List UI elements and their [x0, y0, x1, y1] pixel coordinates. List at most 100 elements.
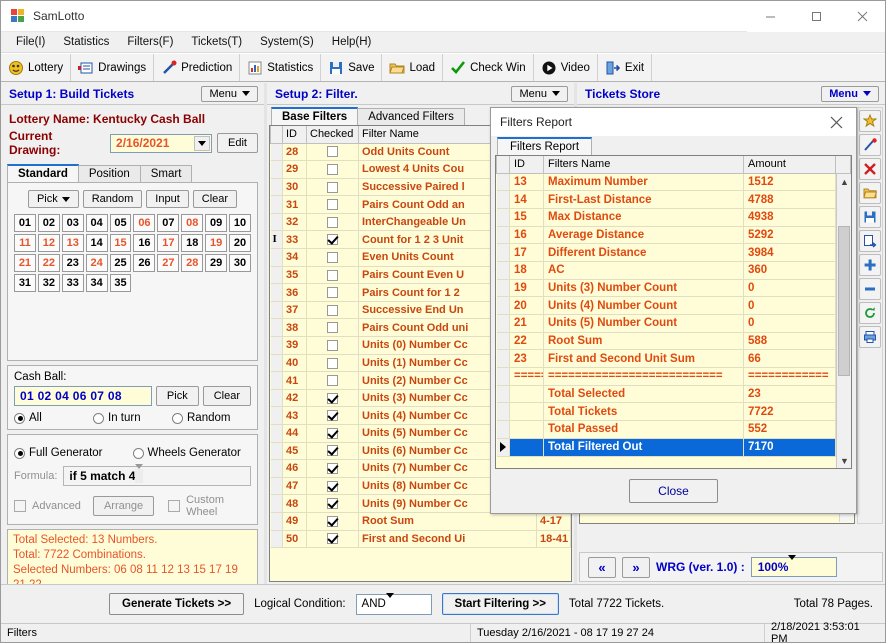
report-scrollbar[interactable]: ▲ ▼ — [836, 174, 851, 468]
number-cell[interactable]: 17 — [157, 234, 180, 252]
radio-all[interactable]: All — [14, 412, 93, 424]
cash-ball-clear-button[interactable]: Clear — [202, 386, 251, 406]
row-checkbox-cell[interactable] — [306, 178, 359, 197]
report-col-amount[interactable]: Amount — [743, 156, 836, 174]
row-checkbox-cell[interactable] — [306, 459, 359, 478]
row-checkbox-cell[interactable] — [306, 530, 359, 549]
table-row[interactable]: 17 Different Distance 3984 — [496, 243, 851, 262]
number-cell[interactable]: 33 — [61, 274, 84, 292]
row-checkbox[interactable] — [327, 427, 338, 439]
number-cell[interactable]: 35 — [109, 274, 132, 292]
toolbar-lottery-button[interactable]: Lottery — [1, 54, 72, 81]
row-checkbox-cell[interactable] — [306, 389, 359, 408]
tab-base-filters[interactable]: Base Filters — [271, 107, 359, 125]
number-cell[interactable]: 28 — [181, 254, 204, 272]
row-checkbox[interactable] — [327, 375, 338, 387]
table-row[interactable]: 22 Root Sum 588 — [496, 332, 851, 351]
radio-full-generator[interactable]: Full Generator — [14, 447, 133, 459]
toolbar-exit-button[interactable]: Exit — [598, 54, 653, 81]
number-cell[interactable]: 29 — [205, 254, 228, 272]
number-cell[interactable]: 20 — [229, 234, 251, 252]
tab-advanced-filters[interactable]: Advanced Filters — [357, 108, 465, 125]
number-cell[interactable]: 27 — [157, 254, 180, 272]
chevron-down-icon[interactable] — [194, 135, 211, 151]
row-checkbox[interactable] — [327, 269, 338, 281]
toolbar-prediction-button[interactable]: Prediction — [154, 54, 241, 81]
add-plus-icon[interactable] — [859, 254, 881, 276]
col-id[interactable]: ID — [282, 126, 307, 144]
row-checkbox[interactable] — [327, 533, 338, 545]
row-checkbox-cell[interactable] — [306, 230, 359, 250]
number-cell[interactable]: 32 — [37, 274, 60, 292]
number-cell[interactable]: 05 — [109, 214, 132, 232]
row-checkbox-cell[interactable] — [306, 301, 359, 320]
report-grid[interactable]: ID Filters Name Amount 13 Maximum Number 1… — [495, 155, 852, 469]
minimize-button[interactable] — [747, 1, 793, 32]
number-cell[interactable]: 07 — [157, 214, 180, 232]
number-cell[interactable]: 22 — [37, 254, 60, 272]
print-icon[interactable] — [859, 326, 881, 348]
number-cell[interactable]: 34 — [85, 274, 108, 292]
number-cell[interactable]: 30 — [229, 254, 251, 272]
row-checkbox-cell[interactable] — [306, 266, 359, 285]
logical-condition-combo[interactable]: AND — [355, 593, 432, 615]
table-row[interactable]: 16 Average Distance 5292 — [496, 226, 851, 245]
arrange-button[interactable]: Arrange — [92, 496, 155, 516]
table-row[interactable]: Total Filtered Out 7170 — [496, 438, 851, 457]
report-col-name[interactable]: Filters Name — [543, 156, 744, 174]
scroll-down-icon[interactable]: ▼ — [837, 453, 851, 468]
prediction-pin-icon[interactable] — [859, 134, 881, 156]
menu-statistics[interactable]: Statistics — [54, 34, 118, 50]
chevron-down-icon[interactable] — [385, 593, 394, 610]
pick-button[interactable]: Pick — [27, 190, 79, 208]
row-checkbox[interactable] — [327, 163, 338, 175]
formula-combo[interactable]: if 5 match 4 — [63, 464, 251, 486]
refresh-icon[interactable] — [859, 302, 881, 324]
row-checkbox[interactable] — [327, 392, 338, 404]
row-checkbox[interactable] — [327, 234, 338, 246]
cash-ball-pick-button[interactable]: Pick — [155, 386, 199, 406]
row-checkbox-cell[interactable] — [306, 336, 359, 355]
table-row[interactable]: 50 First and Second Ui 18-41 — [270, 530, 571, 549]
number-cell[interactable]: 16 — [133, 234, 156, 252]
tab-position[interactable]: Position — [77, 165, 141, 182]
table-row[interactable]: Total Passed 552 — [496, 420, 851, 439]
tab-standard[interactable]: Standard — [7, 164, 79, 182]
number-cell[interactable]: 15 — [109, 234, 132, 252]
setup2-menu-button[interactable]: Menu — [511, 85, 568, 102]
setup1-menu-button[interactable]: Menu — [201, 85, 258, 102]
table-row[interactable]: 14 First-Last Distance 4788 — [496, 190, 851, 209]
menu-system[interactable]: System(S) — [251, 34, 323, 50]
row-checkbox[interactable] — [327, 480, 338, 492]
number-cell[interactable]: 24 — [85, 254, 108, 272]
cash-ball-input[interactable]: 01 02 04 06 07 08 — [14, 386, 152, 406]
number-cell[interactable]: 19 — [205, 234, 228, 252]
table-row[interactable]: Total Selected 23 — [496, 385, 851, 404]
table-row[interactable]: 15 Max Distance 4938 — [496, 208, 851, 227]
row-checkbox-cell[interactable] — [306, 318, 359, 338]
export-icon[interactable] — [859, 230, 881, 252]
next-page-button[interactable]: » — [622, 556, 650, 578]
scrollbar-thumb[interactable] — [838, 226, 850, 376]
row-checkbox-cell[interactable] — [306, 424, 359, 443]
number-cell[interactable]: 25 — [109, 254, 132, 272]
table-row[interactable]: ==== ========================== ==========… — [496, 367, 851, 386]
advanced-checkbox[interactable] — [14, 500, 26, 512]
row-checkbox[interactable] — [327, 463, 338, 475]
menu-filters[interactable]: Filters(F) — [118, 34, 182, 50]
number-cell[interactable]: 04 — [85, 214, 108, 232]
number-cell[interactable]: 01 — [14, 214, 36, 232]
row-checkbox-cell[interactable] — [306, 494, 359, 513]
row-checkbox[interactable] — [327, 339, 338, 351]
number-cell[interactable]: 31 — [14, 274, 36, 292]
tab-smart[interactable]: Smart — [139, 165, 193, 182]
row-checkbox-cell[interactable] — [306, 477, 359, 496]
number-cell[interactable]: 18 — [181, 234, 204, 252]
row-checkbox[interactable] — [327, 216, 338, 228]
number-cell[interactable]: 11 — [14, 234, 36, 252]
row-checkbox-cell[interactable] — [306, 406, 359, 425]
number-cell[interactable]: 09 — [205, 214, 228, 232]
row-checkbox-cell[interactable] — [306, 283, 359, 302]
generate-tickets-button[interactable]: Generate Tickets >> — [109, 593, 245, 615]
input-button[interactable]: Input — [146, 190, 189, 208]
